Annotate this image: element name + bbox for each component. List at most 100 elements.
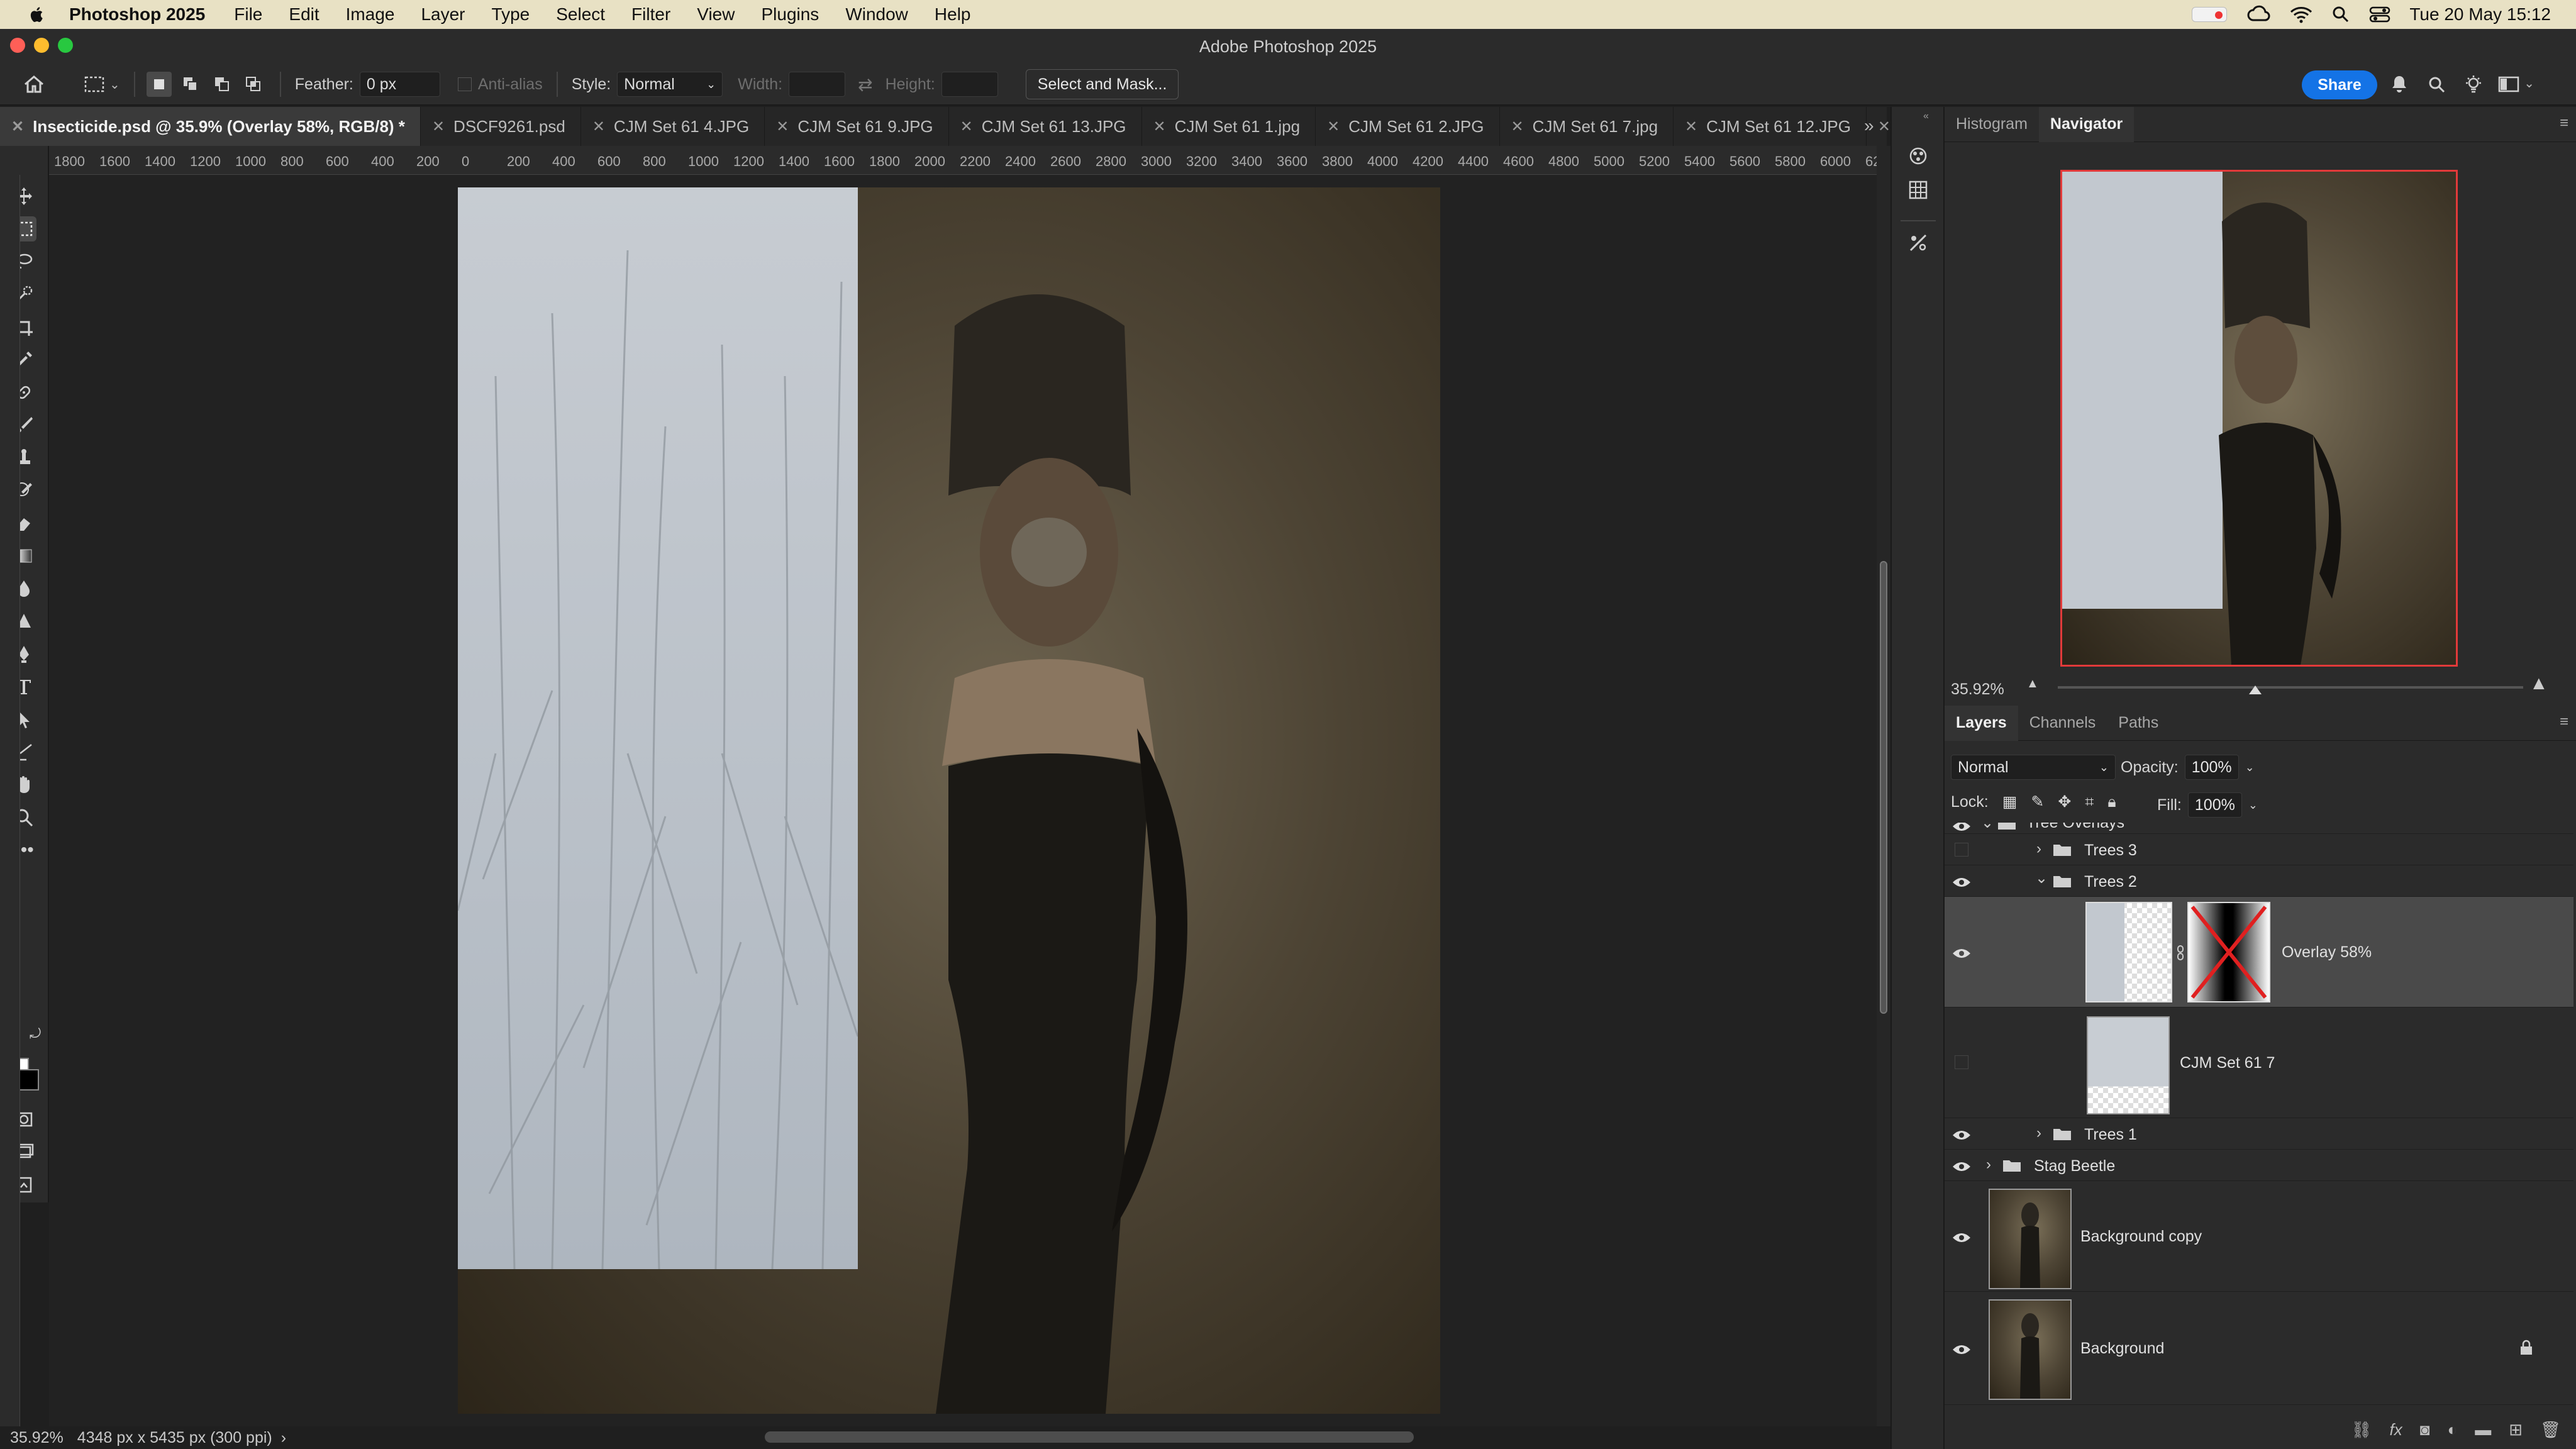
layer-style-fx-icon[interactable]: fx [2390,1420,2402,1440]
canvas-area[interactable] [49,175,1877,1426]
new-selection-icon[interactable] [146,72,172,97]
vertical-scrollbar[interactable] [1877,146,1890,1426]
menu-plugins[interactable]: Plugins [761,4,819,25]
tab-cjm-set-61-1[interactable]: ✕ CJM Set 61 1.jpg [1142,107,1316,146]
add-to-selection-icon[interactable] [178,72,203,97]
group-collapsed-chevron-icon[interactable]: › [2036,840,2041,858]
group-collapsed-chevron-icon[interactable]: › [2036,1124,2041,1142]
group-expanded-chevron-icon[interactable]: ⌄ [2035,869,2048,887]
menu-select[interactable]: Select [556,4,605,25]
visibility-eye-icon[interactable] [1952,1159,1971,1174]
tab-layers[interactable]: Layers [1945,705,2018,741]
lock-image-pixels-icon[interactable]: ✎ [2031,792,2044,811]
horizontal-ruler[interactable]: 1800 1600 1400 1200 1000 800 600 400 200 0 200 400 6… [49,146,1877,175]
swap-width-height-icon[interactable]: ⇄ [858,74,872,95]
visibility-eye-icon[interactable] [1952,823,1971,834]
tab-histogram[interactable]: Histogram [1945,107,2039,142]
visibility-eye-icon[interactable] [1952,875,1971,890]
vertical-scroll-thumb[interactable] [1880,561,1887,1014]
navigator-zoom-slider-thumb[interactable] [2249,686,2262,694]
tool-preset-chevron-icon[interactable]: ⌄ [109,77,120,92]
group-collapsed-chevron-icon[interactable]: › [1986,1156,1991,1174]
layer-row-background-copy[interactable]: Background copy [1945,1181,2573,1292]
delete-layer-icon[interactable]: 🗑︎ [2540,1420,2561,1440]
tab-insecticide[interactable]: ✕ Insecticide.psd @ 35.9% (Overlay 58%, R… [0,107,421,146]
menu-image[interactable]: Image [346,4,395,25]
layer-name[interactable]: CJM Set 61 7 [2180,1054,2275,1072]
layer-thumbnail[interactable] [1989,1189,2072,1289]
layer-name[interactable]: Background [2080,1340,2164,1358]
select-and-mask-button[interactable]: Select and Mask... [1025,69,1179,99]
layer-row-trees-1[interactable]: › Trees 1 [1945,1118,2573,1150]
lock-position-icon[interactable]: ✥ [2058,792,2071,811]
layer-row-tree-overlays[interactable]: ⌄ Tree Overlays [1945,823,2573,834]
creative-cloud-icon[interactable] [2246,5,2271,24]
layer-locked-icon[interactable] [2519,1340,2533,1356]
subtract-from-selection-icon[interactable] [209,72,235,97]
layer-name[interactable]: Trees 2 [2084,873,2137,891]
close-tab-icon[interactable]: ✕ [960,118,973,136]
layer-row-trees-2[interactable]: ⌄ Trees 2 [1945,865,2573,897]
minimize-window-button[interactable] [34,38,49,53]
intersect-selection-icon[interactable] [241,72,266,97]
adjustment-layer-icon[interactable]: ◐ [2447,1420,2457,1440]
layer-mask-thumbnail[interactable] [2187,902,2270,1002]
share-button[interactable]: Share [2302,70,2377,99]
layer-name[interactable]: Trees 1 [2084,1126,2137,1144]
opacity-chevron-icon[interactable]: ⌄ [2245,761,2255,774]
navigator-zoom-slider[interactable] [2058,686,2523,689]
navigator-zoom-value[interactable]: 35.92% [1951,680,2004,699]
anti-alias-checkbox[interactable] [457,77,472,91]
menu-edit[interactable]: Edit [289,4,319,25]
color-panel-icon[interactable] [1906,143,1931,169]
tab-cjm-set-61-13[interactable]: ✕ CJM Set 61 13.JPG [949,107,1142,146]
layer-row-overlay-58[interactable]: Overlay 58% [1945,897,2573,1008]
tab-paths[interactable]: Paths [2107,706,2170,741]
fill-chevron-icon[interactable]: ⌄ [2248,799,2258,812]
zoom-in-icon[interactable]: ▲ [2529,673,2548,694]
menu-filter[interactable]: Filter [631,4,670,25]
layers-panel-menu-icon[interactable]: ≡ [2560,713,2568,731]
layer-mask-link-icon[interactable] [2176,945,2185,961]
blend-mode-select[interactable]: Normal ⌄ [1951,755,2116,780]
menubar-clock[interactable]: Tue 20 May 15:12 [2409,4,2551,25]
menu-help[interactable]: Help [935,4,971,25]
close-tab-icon[interactable]: ✕ [1327,118,1340,136]
new-group-icon[interactable]: ▬ [2475,1420,2491,1440]
layer-thumbnail[interactable] [1989,1299,2072,1400]
layer-row-cjm-set-61-7[interactable]: CJM Set 61 7 [1945,1008,2573,1118]
style-select[interactable]: Normal ⌄ [617,72,723,97]
menu-file[interactable]: File [234,4,262,25]
layer-name[interactable]: Trees 3 [2084,841,2137,860]
home-icon[interactable] [21,72,47,97]
workspace-switcher-icon[interactable] [2498,75,2519,93]
wifi-icon[interactable] [2290,6,2312,23]
discover-lightbulb-icon[interactable] [2464,74,2483,94]
menu-window[interactable]: Window [845,4,908,25]
visibility-eye-icon[interactable] [1952,946,1971,961]
marquee-tool-preset-icon[interactable] [82,72,107,97]
opacity-input[interactable]: 100% [2184,755,2239,780]
close-tab-icon[interactable]: ✕ [1878,118,1890,136]
feather-input[interactable]: 0 px [359,72,440,97]
screen-recording-icon[interactable] [2192,7,2228,22]
menu-view[interactable]: View [697,4,735,25]
visibility-toggle-off[interactable] [1955,843,1968,857]
layer-thumbnail[interactable] [2085,902,2172,1002]
close-tab-icon[interactable]: ✕ [776,118,789,136]
more-tabs-chevron-icon[interactable]: » [1864,116,1874,136]
visibility-eye-icon[interactable] [1952,1342,1971,1357]
layer-row-stag-beetle[interactable]: › Stag Beetle [1945,1150,2573,1181]
lock-transparent-pixels-icon[interactable]: ▦ [2002,792,2018,811]
close-tab-icon[interactable]: ✕ [592,118,605,136]
close-tab-icon[interactable]: ✕ [1511,118,1524,136]
height-input[interactable] [941,72,998,97]
tab-navigator[interactable]: Navigator [2038,106,2135,142]
expand-panels-icon[interactable]: « [1923,111,1929,122]
layer-name[interactable]: Background copy [2080,1228,2202,1246]
add-mask-icon[interactable]: ◙ [2420,1420,2430,1440]
horizontal-scroll-thumb[interactable] [765,1431,1414,1443]
layer-name[interactable]: Tree Overlays [2026,823,2124,832]
visibility-eye-icon[interactable] [1952,1230,1971,1245]
close-tab-icon[interactable]: ✕ [11,118,24,136]
